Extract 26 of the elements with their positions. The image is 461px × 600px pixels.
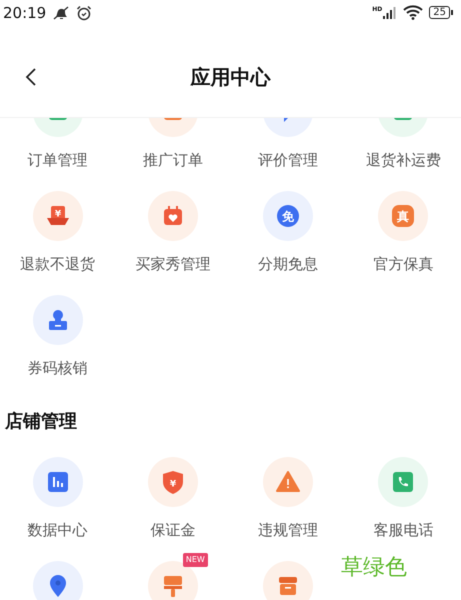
brush-icon [148, 561, 198, 600]
app-entry[interactable]: 买家秀管理 [115, 191, 230, 295]
app-entry[interactable]: 评价管理 [230, 118, 346, 191]
wifi-icon [403, 5, 424, 20]
app-entry[interactable]: 订单管理 [0, 118, 116, 191]
status-time: 20:19 [3, 4, 46, 22]
app-entry[interactable]: 真 官方保真 [346, 191, 461, 295]
badge-icon: 免 [263, 191, 314, 241]
app-entry[interactable]: 数据中心 [0, 457, 116, 561]
section-title: 店铺管理 [4, 410, 78, 434]
new-badge: NEW [182, 553, 208, 567]
page-title: 应用中心 [190, 64, 270, 90]
location-icon [32, 561, 83, 600]
badge-icon: 真 [378, 191, 428, 241]
muted-bell-icon [52, 4, 70, 20]
shield-icon: ¥ [148, 457, 198, 507]
back-button[interactable] [24, 67, 38, 87]
alarm-icon [76, 4, 92, 20]
yuan-icon: ¥ [32, 191, 83, 241]
app-entry[interactable]: 推广订单 [115, 118, 230, 191]
battery-icon: 25 [429, 6, 453, 19]
app-entry[interactable]: 券码核销 [0, 295, 116, 399]
app-entry[interactable]: 免 分期免息 [230, 191, 346, 295]
signal-icon [383, 6, 398, 20]
app-entry[interactable]: ¥ 退款不退货 [0, 191, 116, 295]
app-entry[interactable]: 退货补运费 [346, 118, 461, 191]
